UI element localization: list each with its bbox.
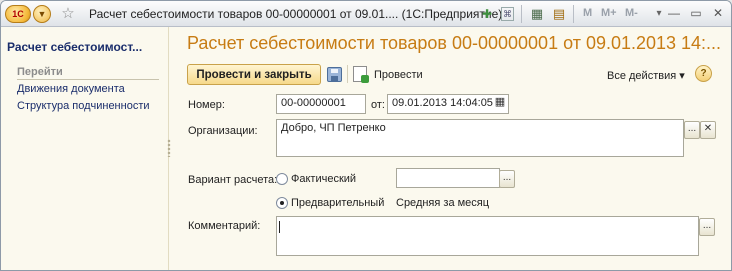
minimize-button[interactable]: — [665,5,683,21]
window-title: Расчет себестоимости товаров 00-00000001… [89,7,503,21]
text-cursor [279,221,280,233]
section-divider [17,79,159,80]
post-and-close-button[interactable]: Провести и закрыть [187,64,321,85]
add-favorite-icon[interactable]: ✚ [479,6,495,22]
date-field[interactable]: 09.01.2013 14:04:05 [387,94,509,114]
date-label: от: [371,99,385,111]
comment-edit-button[interactable]: ... [699,218,715,236]
radio-preliminary-label[interactable]: Предварительный [291,197,384,209]
memory-mminus-button[interactable]: M- [625,7,638,19]
calendar-picker-icon[interactable]: ▦ [492,95,508,113]
calendar-icon[interactable]: ▤ [551,6,567,22]
link-icon[interactable]: ⌘ [501,7,514,21]
comment-field[interactable] [276,216,699,256]
memory-mplus-button[interactable]: M+ [601,7,617,19]
toolbar-separator [521,5,522,23]
all-actions-menu[interactable]: Все действия ▾ [607,69,685,82]
maximize-button[interactable]: ▭ [687,5,705,21]
toolbar-separator [347,65,348,83]
variant-label: Вариант расчета: [188,174,278,186]
navigation-panel: Расчет себестоимост... Перейти Движения … [1,27,169,270]
number-field[interactable]: 00-00000001 [276,94,366,114]
save-icon[interactable] [327,67,342,82]
organization-clear-button[interactable]: ✕ [700,121,716,139]
number-label: Номер: [188,99,225,111]
post-button[interactable]: Провести [374,69,423,81]
actual-variant-select-button[interactable]: ... [499,170,515,188]
radio-preliminary[interactable] [276,197,288,209]
title-bar: 1С ▼ ☆ Расчет себестоимости товаров 00-0… [1,1,731,27]
post-document-icon[interactable] [353,66,369,83]
1c-logo-icon[interactable]: 1С [5,5,31,23]
help-icon[interactable]: ? [695,65,712,82]
close-button[interactable]: ✕ [709,5,727,21]
preliminary-method-value: Средняя за месяц [396,197,490,209]
star-icon[interactable]: ☆ [59,5,77,23]
radio-actual[interactable] [276,173,288,185]
sidebar-item-document-movements[interactable]: Движения документа [17,83,125,95]
toolbar-separator [573,5,574,23]
memory-m-button[interactable]: M [583,7,592,19]
sidebar-item-subordination-structure[interactable]: Структура подчиненности [17,100,150,112]
organization-label: Организации: [188,125,258,137]
panel-splitter-handle[interactable] [167,139,171,157]
organization-select-button[interactable]: ... [684,121,700,139]
navigation-panel-title[interactable]: Расчет себестоимост... [7,40,163,54]
navigation-section-goto: Перейти [17,66,63,78]
radio-actual-label[interactable]: Фактический [291,173,356,185]
actual-variant-field[interactable] [396,168,500,188]
organization-field[interactable]: Добро, ЧП Петренко [276,119,684,157]
app-window: 1С ▼ ☆ Расчет себестоимости товаров 00-0… [0,0,732,271]
calculator-icon[interactable]: ▦ [529,6,545,22]
comment-label: Комментарий: [188,220,261,232]
main-menu-dropdown-icon[interactable]: ▼ [33,5,51,23]
document-title: Расчет себестоимости товаров 00-00000001… [187,33,722,53]
